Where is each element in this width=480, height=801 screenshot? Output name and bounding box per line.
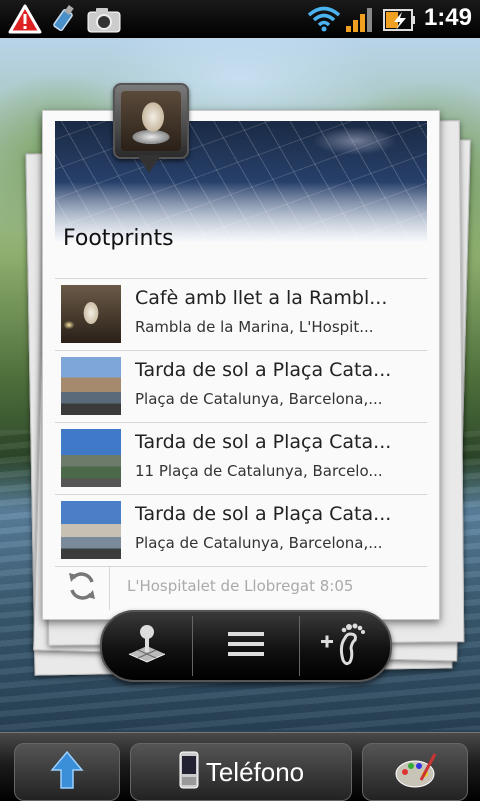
widget-header-map (55, 121, 427, 243)
list-item[interactable]: Tarda de sol a Plaça Cata... Plaça de Ca… (55, 350, 427, 422)
palette-icon (393, 750, 437, 794)
item-title: Cafè amb llet a la Rambl... (135, 287, 388, 309)
phone-button[interactable]: Teléfono (130, 743, 352, 801)
add-footprint-button[interactable] (300, 612, 388, 680)
signal-icon (344, 4, 378, 38)
last-update-status: L'Hospitalet de Llobregat 8:05 (127, 577, 354, 595)
item-title: Tarda de sol a Plaça Cata... (135, 431, 392, 453)
add-footprint-icon (319, 620, 369, 672)
refresh-button[interactable] (55, 566, 110, 610)
widget-action-bar (100, 610, 392, 682)
phone-label: Teléfono (205, 756, 305, 787)
footprints-widget[interactable]: Footprints Cafè amb llet a la Rambl... R… (42, 83, 440, 620)
menu-list-button[interactable] (193, 612, 299, 680)
warning-icon (8, 4, 42, 38)
item-thumbnail (61, 501, 121, 559)
item-subtitle: 11 Plaça de Catalunya, Barcelo... (135, 462, 383, 480)
camera-icon (86, 4, 122, 38)
all-apps-button[interactable] (14, 743, 120, 801)
refresh-icon (65, 569, 99, 607)
clock: 1:49 (423, 4, 472, 31)
item-subtitle: Plaça de Catalunya, Barcelona,... (135, 534, 383, 552)
personalize-button[interactable] (362, 743, 468, 801)
item-title: Tarda de sol a Plaça Cata... (135, 503, 392, 525)
home-dock: Teléfono (0, 732, 480, 801)
wifi-icon (306, 4, 342, 38)
item-subtitle: Rambla de la Marina, L'Hospit... (135, 318, 374, 336)
list-item[interactable]: Tarda de sol a Plaça Cata... 11 Plaça de… (55, 422, 427, 494)
status-bar: 1:49 (0, 0, 480, 38)
add-location-button[interactable] (102, 612, 192, 680)
up-arrow-icon (50, 750, 84, 794)
list-item[interactable]: Cafè amb llet a la Rambl... Rambla de la… (55, 278, 427, 350)
item-thumbnail (61, 357, 121, 415)
pin-tip (137, 155, 161, 173)
usb-icon (50, 4, 82, 38)
widget-footer: L'Hospitalet de Llobregat 8:05 (55, 566, 427, 610)
pin-frame (113, 83, 189, 159)
item-subtitle: Plaça de Catalunya, Barcelona,... (135, 390, 383, 408)
list-menu-icon (226, 629, 266, 663)
item-thumbnail (61, 429, 121, 487)
widget-title: Footprints (63, 226, 174, 251)
add-location-icon (125, 622, 169, 670)
pin-photo (121, 91, 181, 151)
list-item[interactable]: Tarda de sol a Plaça Cata... Plaça de Ca… (55, 494, 427, 567)
phone-icon (178, 750, 200, 794)
battery-charging-icon (382, 4, 418, 38)
location-pin[interactable] (113, 83, 189, 187)
footprint-list: Cafè amb llet a la Rambl... Rambla de la… (55, 278, 427, 567)
item-title: Tarda de sol a Plaça Cata... (135, 359, 392, 381)
item-thumbnail (61, 285, 121, 343)
